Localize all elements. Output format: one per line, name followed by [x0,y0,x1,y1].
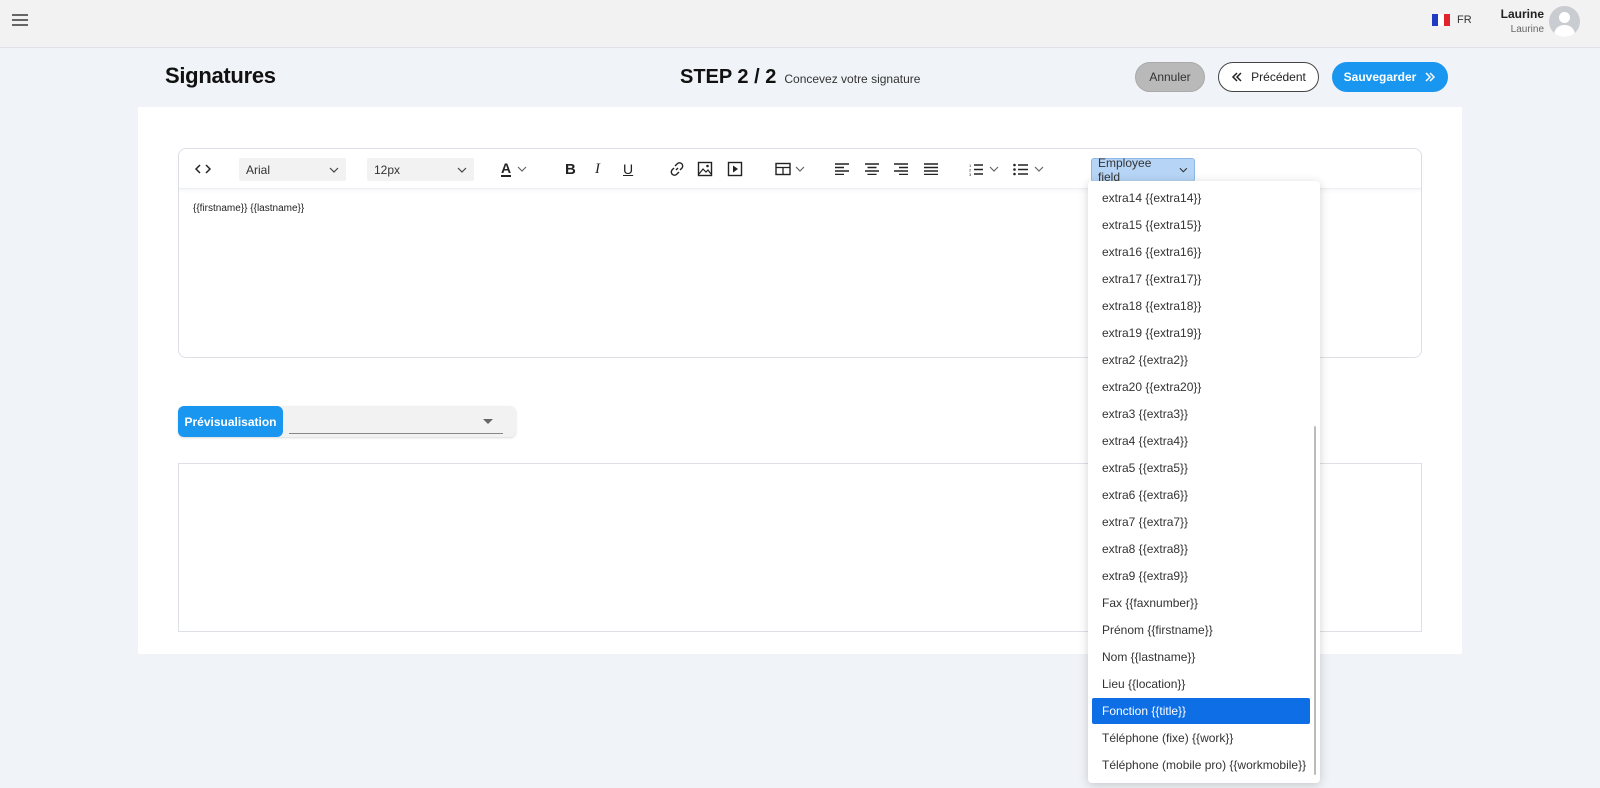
employee-field-menu: extra14 {{extra14}} extra15 {{extra15}} ex… [1088,181,1320,783]
align-justify-icon[interactable] [924,157,938,181]
menu-item[interactable]: extra6 {{extra6}} [1092,482,1310,508]
user-info: Laurine Laurine [1480,7,1544,35]
menu-item[interactable]: extra9 {{extra9}} [1092,563,1310,589]
code-view-icon[interactable] [195,157,211,181]
user-avatar-icon[interactable] [1549,6,1580,37]
table-button[interactable] [775,157,805,181]
language-code: FR [1457,14,1472,26]
text-color-icon: A [501,160,512,177]
menu-item[interactable]: extra5 {{extra5}} [1092,455,1310,481]
cancel-button[interactable]: Annuler [1135,62,1205,92]
cancel-label: Annuler [1149,70,1191,84]
employee-field-label: Employee field [1098,156,1152,184]
svg-text:3: 3 [969,172,972,176]
text-color-button[interactable]: A [501,157,527,181]
previous-label: Précédent [1251,70,1306,84]
double-chevron-left-icon [1232,72,1242,82]
menu-item[interactable]: Téléphone (fixe) {{work}} [1092,725,1310,751]
font-family-value: Arial [246,162,271,177]
top-bar: FR Laurine Laurine [0,0,1600,48]
menu-item[interactable]: Prénom {{firstname}} [1092,617,1310,643]
editor-content[interactable]: {{firstname}} {{lastname}} [193,203,304,214]
chevron-down-icon [457,167,467,173]
menu-item[interactable]: extra18 {{extra18}} [1092,293,1310,319]
font-family-select[interactable]: Arial [239,158,346,181]
menu-item[interactable]: extra7 {{extra7}} [1092,509,1310,535]
menu-item[interactable]: extra4 {{extra4}} [1092,428,1310,454]
employee-field-dropdown[interactable]: Employee field [1091,156,1195,184]
chevron-down-icon [1034,166,1044,172]
table-icon [775,162,791,176]
caret-down-icon [483,419,493,424]
video-icon[interactable] [727,157,743,181]
double-chevron-right-icon [1425,72,1436,82]
save-button[interactable]: Sauvegarder [1332,62,1448,92]
align-center-icon[interactable] [865,157,879,181]
menu-item[interactable]: Téléphone (mobile pro) {{workmobile}} [1092,752,1310,778]
italic-icon[interactable]: I [595,157,600,181]
ordered-list-icon: 123 [969,163,983,176]
menu-item[interactable]: extra19 {{extra19}} [1092,320,1310,346]
ordered-list-button[interactable]: 123 [969,157,999,181]
menu-item[interactable]: extra8 {{extra8}} [1092,536,1310,562]
select-underline [289,433,503,434]
scrollbar[interactable] [1314,426,1316,775]
font-size-select[interactable]: 12px [367,158,474,181]
image-icon[interactable] [697,157,713,181]
menu-item[interactable]: Nom {{lastname}} [1092,644,1310,670]
menu-item[interactable]: extra20 {{extra20}} [1092,374,1310,400]
menu-item[interactable]: Lieu {{location}} [1092,671,1310,697]
menu-item[interactable]: Fonction {{title}} [1092,698,1310,724]
user-subtitle: Laurine [1510,24,1544,35]
hamburger-icon[interactable] [12,14,28,28]
align-right-icon[interactable] [894,157,908,181]
menu-item[interactable]: extra14 {{extra14}} [1092,185,1310,211]
bullet-list-button[interactable] [1013,157,1044,181]
menu-item[interactable]: extra17 {{extra17}} [1092,266,1310,292]
chevron-down-icon [329,167,339,173]
align-left-icon[interactable] [835,157,849,181]
menu-item[interactable]: extra15 {{extra15}} [1092,212,1310,238]
step-subtitle: Concevez votre signature [784,72,921,86]
font-size-value: 12px [374,162,401,177]
menu-item[interactable]: extra2 {{extra2}} [1092,347,1310,373]
underline-icon[interactable]: U [623,157,633,181]
previous-button[interactable]: Précédent [1218,62,1319,92]
chevron-down-icon [1179,167,1188,173]
step-indicator: STEP 2 / 2 Concevez votre signature [680,66,920,89]
user-name: Laurine [1500,7,1544,21]
step-number: STEP 2 / 2 [680,66,777,88]
menu-item[interactable]: extra16 {{extra16}} [1092,239,1310,265]
language-selector[interactable]: FR [1432,14,1472,26]
save-label: Sauvegarder [1343,70,1417,84]
preview-row: Prévisualisation [178,406,516,437]
bullet-list-icon [1013,163,1028,175]
page-title: Signatures [165,63,276,88]
france-flag-icon [1432,14,1450,26]
chevron-down-icon [517,166,527,172]
chevron-down-icon [989,166,999,172]
menu-item[interactable]: extra3 {{extra3}} [1092,401,1310,427]
preview-label: Prévisualisation [178,406,283,437]
menu-item[interactable]: Fax {{faxnumber}} [1092,590,1310,616]
link-icon[interactable] [669,157,685,181]
chevron-down-icon [795,166,805,172]
bold-icon[interactable]: B [565,157,576,181]
preview-employee-select[interactable] [289,406,509,437]
